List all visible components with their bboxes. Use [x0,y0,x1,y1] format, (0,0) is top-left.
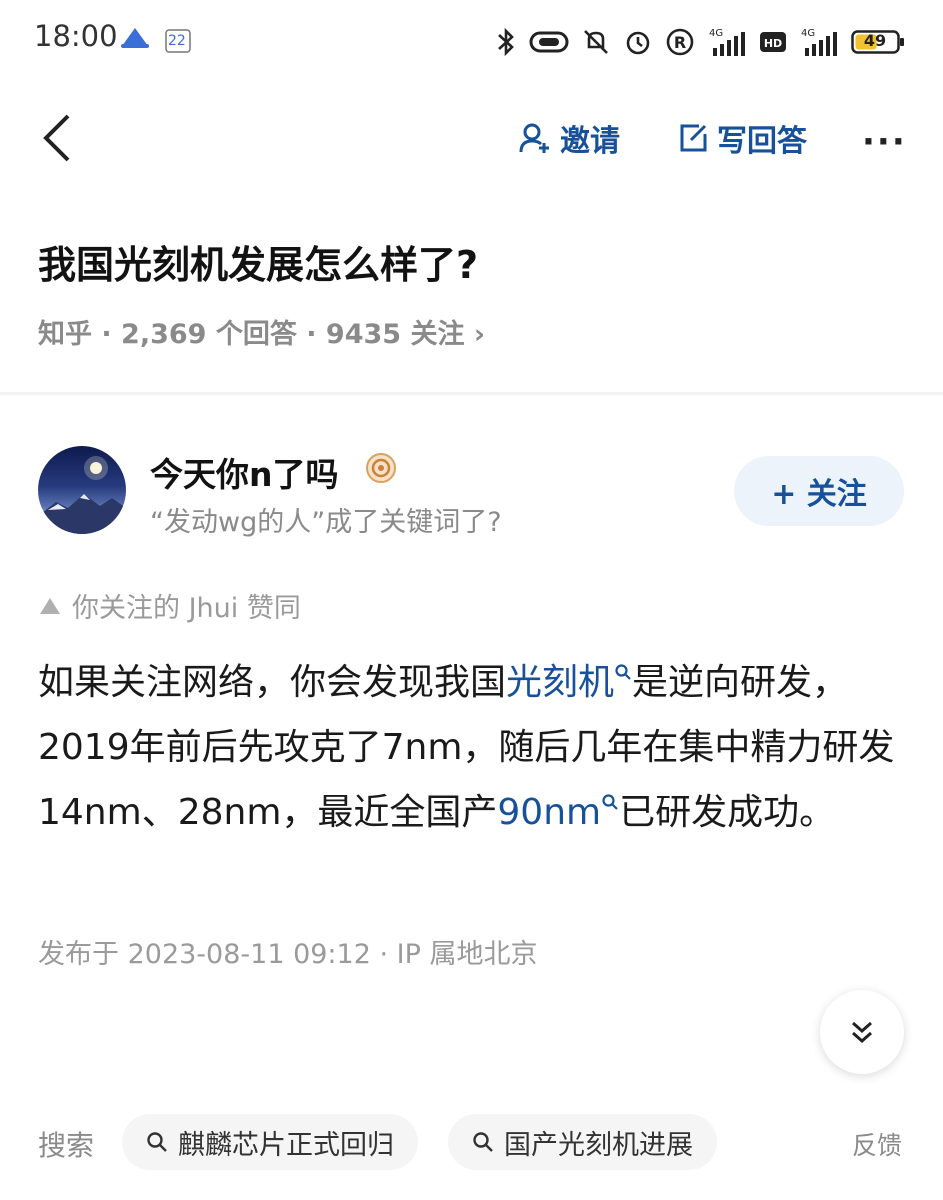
battery-icon: 49 [851,29,905,55]
svg-text:R: R [674,33,686,52]
search-icon [602,794,618,810]
svg-text:HD: HD [764,37,782,50]
search-chip[interactable]: 国产光刻机进展 [448,1114,717,1170]
status-icons: R 4G HD 4G 49 [495,22,905,62]
search-label: 搜索 [38,1129,95,1162]
search-chip[interactable]: 麒麟芯片正式回归 [122,1114,418,1170]
endorse-line: 你关注的 Jhui 赞同 [38,586,301,625]
alarm-icon [626,31,650,55]
author-bio: “发动wg的人”成了关键词了? [150,507,502,538]
bluetooth-icon [498,27,514,57]
signal-4g-icon-2: 4G [801,28,837,56]
section-divider [0,392,943,395]
svg-text:4G: 4G [801,28,815,39]
chevron-left-icon [43,114,70,162]
author-badge-icon [365,452,397,488]
author-name[interactable]: 今天你n了吗 [150,448,339,496]
write-answer-label: 写回答 [717,124,807,159]
keyword-link-2[interactable]: 90nm [497,792,619,833]
keyword-link-1[interactable]: 光刻机 [506,662,632,703]
edit-icon [680,124,707,152]
upvote-icon [40,597,60,614]
back-button[interactable] [38,112,78,164]
feedback-button[interactable]: 反馈 [852,1126,902,1162]
keyword-link-1-text: 光刻机 [506,662,615,703]
question-title: 我国光刻机发展怎么样了? [38,243,479,287]
add-user-icon [519,123,549,153]
app-notification-icon [118,24,152,56]
mute-icon [584,30,608,54]
hd-icon: HD [760,32,786,52]
invite-label: 邀请 [560,124,620,159]
search-icon [615,664,631,680]
write-answer-button[interactable]: 写回答 [677,116,807,160]
answer-body: 如果关注网络，你会发现我国光刻机 是逆向研发，2019年前后先攻克了7nm，随后几… [38,650,908,845]
answer-text-3: 已研发成功。 [619,792,836,833]
keyword-link-2-text: 90nm [497,792,602,833]
search-icon [473,1132,493,1152]
battery-level: 49 [863,31,887,50]
svg-text:4G: 4G [709,28,723,39]
follow-button[interactable]: + 关注 [734,456,904,526]
invite-button[interactable]: 邀请 [518,116,620,160]
nfc-icon [529,31,569,53]
signal-4g-icon: 4G [709,28,745,56]
avatar[interactable] [38,446,126,534]
search-chip-label: 国产光刻机进展 [504,1129,693,1161]
publish-info: 发布于 2023-08-11 09:12 · IP 属地北京 [38,939,538,970]
registered-icon: R [666,28,694,56]
search-chip-label: 麒麟芯片正式回归 [178,1129,394,1161]
more-options-button[interactable]: ··· [862,122,907,162]
search-icon [147,1132,167,1152]
double-chevron-down-icon [852,1021,872,1044]
endorse-text: 你关注的 Jhui 赞同 [72,593,301,624]
answer-text-1: 如果关注网络，你会发现我国 [38,662,507,703]
status-time: 18:00 [34,19,118,53]
calendar-badge: 22 [168,33,186,49]
expand-button[interactable] [820,990,904,1074]
question-meta[interactable]: 知乎 · 2,369 个回答 · 9435 关注 › [38,312,485,351]
calendar-icon: 22 [164,26,192,54]
